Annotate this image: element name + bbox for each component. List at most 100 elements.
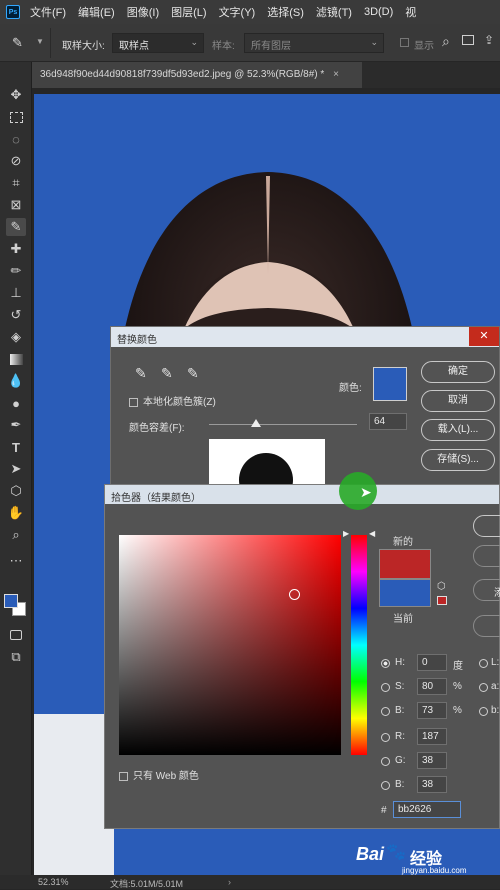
color-picker-title: 拾色器（结果颜色） [111, 493, 201, 504]
blue-radio[interactable] [381, 781, 390, 790]
load-button[interactable]: 载入(L)... [421, 419, 495, 441]
localized-clusters-option[interactable]: 本地化颜色簇(Z) [129, 393, 216, 408]
menu-3d[interactable]: 3D(D) [364, 6, 393, 18]
search-icon[interactable]: ⌕ [442, 33, 450, 50]
quick-mask-icon[interactable] [6, 626, 26, 644]
web-only-option[interactable]: 只有 Web 颜色 [119, 767, 199, 782]
eraser-tool-icon[interactable]: ◈ [6, 328, 26, 346]
hand-tool-icon[interactable]: ✋ [6, 504, 26, 522]
dodge-tool-icon[interactable]: ● [6, 394, 26, 412]
lasso-tool-icon[interactable]: ◌ [6, 130, 26, 148]
crop-tool-icon[interactable]: ⌗ [6, 174, 26, 192]
menu-layer[interactable]: 图层(L) [171, 4, 206, 20]
green-input[interactable]: 38 [417, 752, 447, 769]
color-label: 颜色: [339, 383, 362, 394]
menu-edit[interactable]: 编辑(E) [78, 4, 115, 20]
document-tab[interactable]: 36d948f90ed44d90818f739df5d93ed2.jpeg @ … [32, 62, 362, 88]
brightness-input[interactable]: 73 [417, 702, 447, 719]
cancel-button[interactable]: 取消 [421, 390, 495, 412]
lab-a-radio[interactable] [479, 683, 488, 692]
close-icon[interactable]: ✕ [469, 327, 499, 346]
saturation-brightness-field[interactable] [119, 535, 341, 755]
blue-label: B: [395, 779, 405, 790]
menu-image[interactable]: 图像(I) [127, 4, 159, 20]
healing-brush-tool-icon[interactable]: ✚ [6, 240, 26, 258]
zoom-tool-icon[interactable]: ⌕ [6, 526, 26, 544]
sample-select[interactable]: 所有图层 ⌄ [244, 33, 384, 53]
web-only-label: 只有 Web 颜色 [133, 771, 199, 782]
replace-color-title: 替换颜色 [117, 335, 157, 346]
new-color-label: 新的 [393, 537, 413, 548]
eyedropper-icon[interactable]: ✎ [135, 365, 147, 382]
saturation-input[interactable]: 80 [417, 678, 447, 695]
green-radio[interactable] [381, 757, 390, 766]
marquee-tool-icon[interactable] [6, 108, 26, 126]
menu-view[interactable]: 视 [405, 4, 416, 20]
gamut-color-swatch[interactable] [437, 596, 447, 605]
quick-select-tool-icon[interactable]: ⊘ [6, 152, 26, 170]
ok-button[interactable]: 确定 [421, 361, 495, 383]
picker-cancel-button[interactable] [473, 545, 500, 567]
red-radio[interactable] [381, 733, 390, 742]
type-tool-icon[interactable]: T [6, 438, 26, 456]
lab-l-radio[interactable] [479, 659, 488, 668]
show-ring-checkbox[interactable] [400, 38, 409, 47]
lab-b-radio[interactable] [479, 707, 488, 716]
add-to-swatches-button[interactable]: 添 [473, 579, 500, 601]
frame-tool-icon[interactable]: ⊠ [6, 196, 26, 214]
saturation-radio[interactable] [381, 683, 390, 692]
foreground-color-swatch[interactable] [4, 594, 18, 608]
brightness-radio[interactable] [381, 707, 390, 716]
web-only-checkbox[interactable] [119, 771, 128, 781]
fuzziness-input[interactable]: 64 [369, 413, 407, 430]
chevron-right-icon[interactable]: › [228, 877, 231, 887]
blur-tool-icon[interactable]: 💧 [6, 372, 26, 390]
share-icon[interactable]: ⇪ [484, 33, 494, 47]
more-tools-icon[interactable]: ⋯ [6, 552, 26, 570]
screen-mode-icon[interactable]: ⧉ [6, 648, 26, 666]
menu-filter[interactable]: 滤镜(T) [316, 4, 352, 20]
gradient-tool-icon[interactable] [6, 350, 26, 368]
menu-select[interactable]: 选择(S) [267, 4, 304, 20]
eyedropper-minus-icon[interactable]: ✎ [187, 365, 199, 382]
history-brush-tool-icon[interactable]: ↺ [6, 306, 26, 324]
workspace-icon[interactable] [462, 35, 474, 45]
hue-slider[interactable] [351, 535, 367, 755]
fuzziness-slider-thumb[interactable] [251, 419, 262, 427]
path-select-tool-icon[interactable]: ➤ [6, 460, 26, 478]
preview-silhouette [239, 453, 293, 485]
replace-color-swatch[interactable] [373, 367, 407, 401]
red-input[interactable]: 187 [417, 728, 447, 745]
eyedropper-tool-icon[interactable]: ✎ [6, 218, 26, 236]
current-color-swatch[interactable] [379, 579, 431, 607]
hue-radio[interactable] [381, 659, 390, 668]
hue-slider-left-arrow[interactable]: ▶ [343, 529, 349, 538]
hex-input[interactable]: bb2626 [393, 801, 461, 818]
move-tool-icon[interactable]: ✥ [6, 86, 26, 104]
blue-input[interactable]: 38 [417, 776, 447, 793]
eyedropper-icon[interactable]: ✎ [12, 35, 23, 51]
localized-clusters-checkbox[interactable] [129, 397, 138, 407]
show-ring-label: 显示 [414, 41, 434, 52]
chevron-down-icon[interactable]: ▼ [36, 37, 44, 46]
hue-slider-right-arrow[interactable]: ◀ [369, 529, 375, 538]
color-libraries-button[interactable] [473, 615, 500, 637]
fuzziness-slider[interactable] [209, 419, 357, 427]
pen-tool-icon[interactable]: ✒ [6, 416, 26, 434]
hue-input[interactable]: 0 [417, 654, 447, 671]
stamp-tool-icon[interactable]: ⊥ [6, 284, 26, 302]
eyedropper-plus-icon[interactable]: ✎ [161, 365, 173, 382]
brush-tool-icon[interactable]: ✏ [6, 262, 26, 280]
color-field-cursor[interactable] [289, 589, 300, 600]
shape-tool-icon[interactable]: ⬡ [6, 482, 26, 500]
menu-type[interactable]: 文字(Y) [219, 4, 256, 20]
out-of-gamut-icon[interactable]: ⬡ [437, 581, 446, 592]
zoom-level[interactable]: 52.31% [38, 877, 69, 887]
save-button[interactable]: 存储(S)... [421, 449, 495, 471]
menu-file[interactable]: 文件(F) [30, 4, 66, 20]
localized-clusters-label: 本地化颜色簇(Z) [143, 397, 216, 408]
picker-ok-button[interactable] [473, 515, 500, 537]
replace-color-dialog: 替换颜色 ✕ ✎ ✎ ✎ 本地化颜色簇(Z) 颜色: 颜色容差(F): 64 确… [110, 326, 500, 486]
sample-size-select[interactable]: 取样点 ⌄ [112, 33, 204, 53]
close-icon[interactable]: × [333, 69, 339, 80]
